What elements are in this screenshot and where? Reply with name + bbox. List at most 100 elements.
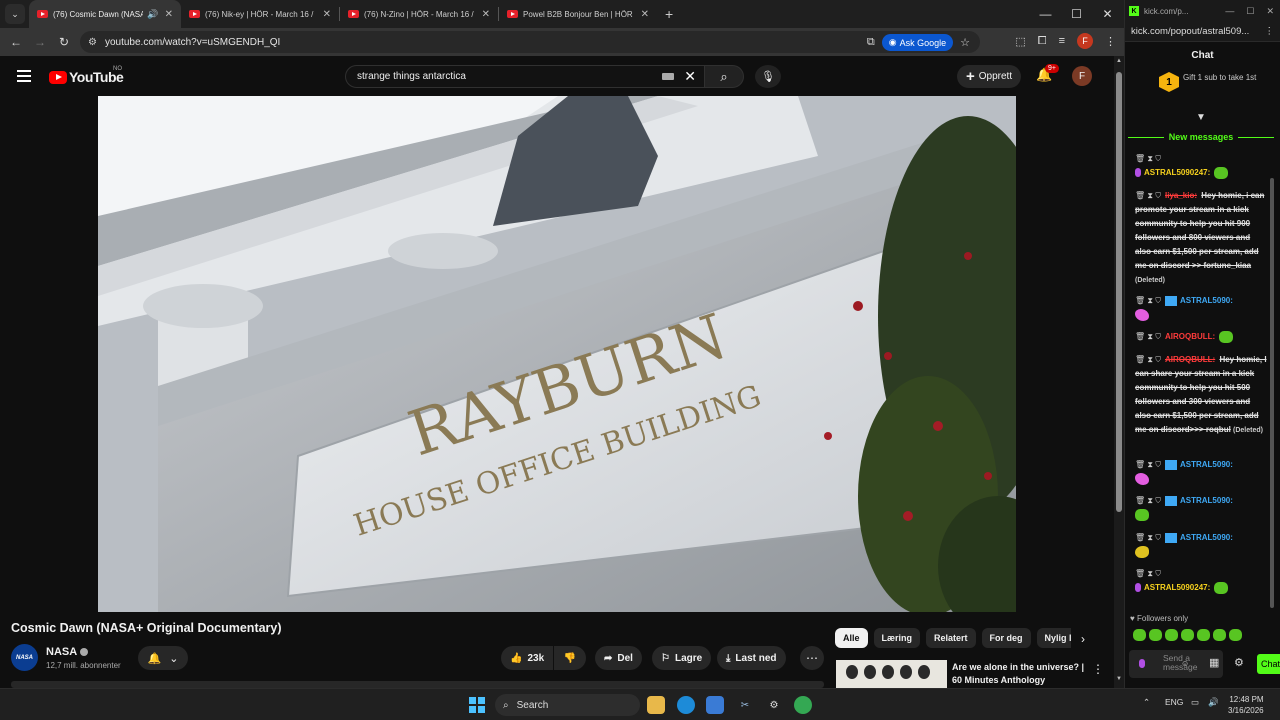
chrome-menu-icon[interactable]: ⋮ <box>1105 35 1116 48</box>
more-actions-icon[interactable]: ⋯ <box>800 646 824 670</box>
file-explorer-icon[interactable] <box>647 696 665 714</box>
emote-icon[interactable] <box>1197 629 1210 641</box>
chip-for-you[interactable]: For deg <box>981 628 1031 648</box>
send-chat-button[interactable]: Chat <box>1257 654 1280 674</box>
page-scrollbar[interactable]: ▲ ▼ <box>1114 56 1124 688</box>
mod-tools-icons[interactable]: 🗑 ⧗ ⛉ <box>1135 355 1161 364</box>
tray-overflow-icon[interactable]: ⌃ <box>1143 697 1150 708</box>
tab-search-chevron-icon[interactable]: ⌄ <box>5 4 25 24</box>
chat-scrollbar-thumb[interactable] <box>1270 178 1274 608</box>
chat-scrollbar[interactable] <box>1270 148 1275 608</box>
kick-url-bar[interactable]: kick.com/popout/astral509... ⋮ <box>1125 22 1280 42</box>
close-window-icon[interactable]: ✕ <box>1092 0 1123 28</box>
mod-tools-icons[interactable]: 🗑 ⧗ ⛉ <box>1135 191 1161 200</box>
steam-icon[interactable]: ⚙ <box>765 696 783 714</box>
mod-tools-icons[interactable]: 🗑 ⧗ ⛉ <box>1135 296 1161 305</box>
emote-icon[interactable] <box>1229 629 1242 641</box>
mod-tools-icons[interactable]: 🗑 ⧗ ⛉ <box>1135 533 1161 542</box>
chat-username[interactable]: ASTRAL5090: <box>1180 496 1233 505</box>
close-tab-icon[interactable]: ✕ <box>165 9 173 20</box>
mod-tools-icons[interactable]: 🗑 ⧗ ⛉ <box>1135 460 1161 469</box>
site-info-icon[interactable]: ⚙ <box>88 37 97 48</box>
create-button[interactable]: + Opprett <box>957 65 1022 88</box>
tab-nik-ey[interactable]: (76) Nik-ey | HÖR - March 16 / ✕ <box>181 0 339 28</box>
mod-tools-icons[interactable]: 🗑 ⧗ ⛉ <box>1135 567 1263 581</box>
chip-recently-uploaded[interactable]: Nylig la <box>1036 628 1071 648</box>
snipping-tool-icon[interactable]: ✂ <box>736 696 754 714</box>
emote-icon[interactable] <box>1149 629 1162 641</box>
share-button[interactable]: ➦ Del <box>595 646 642 670</box>
search-input[interactable]: strange things antarctica ✕ <box>345 65 705 88</box>
windows-start-icon[interactable] <box>469 697 485 713</box>
chat-username[interactable]: ASTRAL5090: <box>1180 296 1233 305</box>
language-indicator[interactable]: ENG <box>1165 697 1183 707</box>
recommended-more-icon[interactable]: ⋮ <box>1092 662 1104 676</box>
voice-search-button[interactable]: 🎙 <box>755 65 781 88</box>
close-tab-icon[interactable]: ✕ <box>482 9 490 20</box>
mod-tools-icons[interactable]: 🗑 ⧗ ⛉ <box>1135 152 1263 166</box>
chip-related[interactable]: Relatert <box>926 628 976 648</box>
recommended-video-thumbnail[interactable] <box>836 660 947 688</box>
cast-icon[interactable]: ⧉ <box>867 36 875 49</box>
speaker-icon[interactable]: 🔊 <box>147 9 158 20</box>
scroll-up-icon[interactable]: ▲ <box>1116 58 1122 64</box>
notifications-bell-icon[interactable]: 🔔 9+ <box>1036 64 1059 83</box>
chat-settings-gear-icon[interactable]: ⚙ <box>1234 656 1244 669</box>
channel-name-row[interactable]: NASA <box>46 646 89 658</box>
scroll-down-icon[interactable]: ▼ <box>1116 676 1122 682</box>
maximize-icon[interactable]: ☐ <box>1061 0 1092 28</box>
minimize-icon[interactable]: — <box>1030 0 1061 28</box>
close-tab-icon[interactable]: ✕ <box>323 9 331 20</box>
new-tab-icon[interactable]: + <box>665 6 673 22</box>
bookmark-star-icon[interactable]: ☆ <box>960 36 970 49</box>
mod-tools-icons[interactable]: 🗑 ⧗ ⛉ <box>1135 332 1161 341</box>
chat-username[interactable]: ASTRAL5090: <box>1180 460 1233 469</box>
tab-cosmic-dawn[interactable]: (76) Cosmic Dawn (NASA+ 🔊 ✕ <box>29 0 181 28</box>
emote-icon[interactable] <box>1181 629 1194 641</box>
tab-n-zino[interactable]: (76) N-Zino | HÖR - March 16 / ✕ <box>340 0 498 28</box>
chevron-right-icon[interactable]: › <box>1081 632 1085 646</box>
emote-icon[interactable] <box>1213 629 1226 641</box>
close-tab-icon[interactable]: ✕ <box>641 9 649 20</box>
emoji-picker-icon[interactable]: ☺ <box>1181 659 1189 668</box>
back-icon[interactable]: ← <box>4 35 28 49</box>
video-player[interactable]: RAYBURN HOUSE OFFICE BUILDING <box>98 96 1016 612</box>
menu-hamburger-icon[interactable] <box>17 70 31 85</box>
extension-puzzle-icon[interactable]: ⬚ <box>1015 35 1025 48</box>
close-window-icon[interactable]: ✕ <box>1266 6 1274 17</box>
search-button[interactable]: ⌕ <box>704 65 744 88</box>
extensions-icon[interactable]: ⧠ <box>1038 35 1047 48</box>
channel-avatar[interactable]: NASA <box>11 644 38 671</box>
chat-username[interactable]: AIROQBULL: <box>1165 332 1215 341</box>
maximize-icon[interactable]: ☐ <box>1246 6 1254 17</box>
save-button[interactable]: ⚐ Lagre <box>652 646 712 670</box>
address-bar[interactable]: ⚙ youtube.com/watch?v=uSMGENDH_QI ⧉ ◉ Ask… <box>80 31 980 53</box>
chip-learning[interactable]: Læring <box>873 628 921 648</box>
youtube-logo[interactable]: YouTube NO <box>49 66 124 85</box>
chat-username[interactable]: ASTRAL5090: <box>1180 533 1233 542</box>
reload-icon[interactable]: ↻ <box>52 35 76 49</box>
chat-username[interactable]: ASTRAL5090247: <box>1144 583 1210 592</box>
chip-all[interactable]: Alle <box>835 628 868 648</box>
chat-username[interactable]: ASTRAL5090247: <box>1144 168 1210 177</box>
network-icon[interactable]: ▭ <box>1191 697 1199 708</box>
volume-icon[interactable]: 🔊 <box>1208 697 1219 708</box>
gift-icon[interactable]: ▦ <box>1209 656 1219 669</box>
emote-icon[interactable] <box>1165 629 1178 641</box>
system-clock[interactable]: 12:48 PM 3/16/2026 <box>1228 694 1264 716</box>
forward-icon[interactable]: → <box>28 35 52 49</box>
chat-username[interactable]: liya_kio: <box>1165 191 1197 200</box>
taskbar-search[interactable]: ⌕ Search <box>495 694 640 716</box>
like-button[interactable]: 👍 23k <box>501 646 553 670</box>
clear-search-icon[interactable]: ✕ <box>684 68 696 85</box>
chat-username[interactable]: AIROQBULL: <box>1165 355 1215 364</box>
mod-tools-icons[interactable]: 🗑 ⧗ ⛉ <box>1135 496 1161 505</box>
dislike-button[interactable]: 👎 <box>554 646 586 670</box>
keyboard-icon[interactable] <box>662 73 675 80</box>
pinned-filter-icon[interactable]: ▼ <box>1196 112 1206 123</box>
subscription-bell-button[interactable]: 🔔 ⌄ <box>138 646 188 670</box>
scrollbar-thumb[interactable] <box>1116 72 1122 512</box>
profile-avatar[interactable]: F <box>1077 33 1093 49</box>
edge-browser-icon[interactable] <box>677 696 695 714</box>
emote-icon[interactable] <box>1133 629 1146 641</box>
